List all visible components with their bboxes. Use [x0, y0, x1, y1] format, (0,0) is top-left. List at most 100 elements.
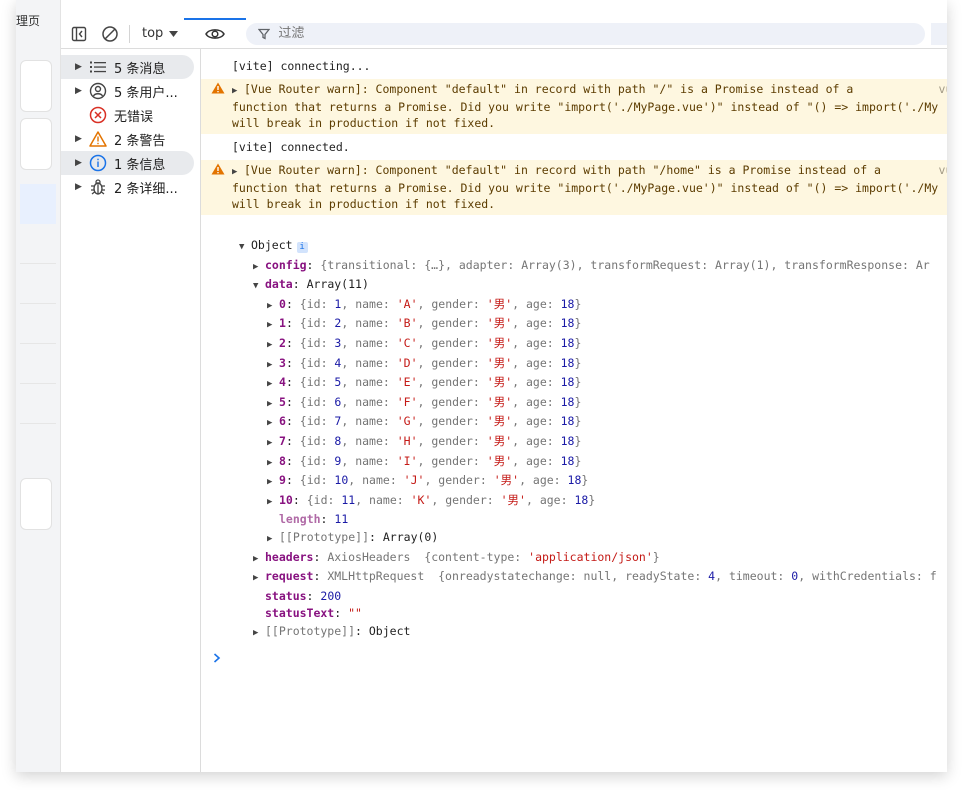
- item-index: 1: [279, 316, 286, 331]
- expand-arrow-icon[interactable]: ▶: [267, 494, 279, 512]
- sidebar-item-user-messages[interactable]: ▶ 5 条用户...: [61, 79, 194, 103]
- sidebar-item-label: 2 条警告: [114, 133, 166, 149]
- filter-input[interactable]: [278, 26, 479, 41]
- item-index: 4: [279, 375, 286, 390]
- data-array-item[interactable]: ▶ 9: {id: 10, name: 'J', gender: '男', age…: [267, 472, 947, 492]
- data-array-item[interactable]: ▶ 0: {id: 1, name: 'A', gender: '男', age:…: [267, 296, 947, 316]
- console-prompt[interactable]: [201, 652, 947, 667]
- expand-arrow-icon[interactable]: ▶: [75, 86, 87, 96]
- expand-arrow-icon[interactable]: ▶: [75, 134, 87, 144]
- item-age: 18: [560, 316, 575, 331]
- sidebar-item-label: 无错误: [114, 109, 154, 125]
- divider: [20, 303, 56, 304]
- item-gender: '男': [486, 335, 513, 350]
- expand-arrow-icon[interactable]: ▶: [253, 259, 265, 277]
- data-array-item[interactable]: ▶ 4: {id: 5, name: 'E', gender: '男', age:…: [267, 374, 947, 394]
- item-index: 10: [279, 492, 293, 507]
- item-name: 'H': [396, 433, 418, 448]
- item-gender: '男': [500, 492, 526, 507]
- sidebar-item-label: 5 条消息: [114, 61, 166, 77]
- item-index: 0: [279, 296, 286, 311]
- collapse-arrow-icon[interactable]: ▼: [239, 239, 251, 257]
- expand-arrow-icon[interactable]: ▶: [267, 415, 279, 433]
- expand-arrow-icon[interactable]: ▶: [267, 357, 279, 375]
- warning-icon: [211, 163, 225, 179]
- info-badge-icon[interactable]: i: [296, 242, 308, 253]
- expand-arrow-icon[interactable]: ▶: [267, 455, 279, 473]
- item-age: 18: [560, 296, 575, 311]
- expand-arrow-icon[interactable]: ▶: [267, 474, 279, 492]
- sidebar-toggle-icon: [71, 26, 87, 41]
- sidebar-item-messages[interactable]: ▶ 5 条消息: [61, 55, 194, 79]
- source-link[interactable]: vue-rou: [939, 162, 947, 178]
- context-selector[interactable]: top: [136, 26, 184, 41]
- expand-arrow-icon[interactable]: ▶: [253, 625, 265, 643]
- clear-console-button[interactable]: [97, 21, 123, 47]
- sidebar-item-errors[interactable]: 无错误: [61, 103, 194, 127]
- expand-arrow-icon[interactable]: ▶: [267, 298, 279, 316]
- expand-arrow-icon[interactable]: ▶: [232, 164, 244, 180]
- expand-arrow-icon[interactable]: ▶: [267, 317, 279, 335]
- item-gender: '男': [493, 473, 520, 488]
- warning-icon: [87, 131, 109, 147]
- data-array-item[interactable]: ▶ 1: {id: 2, name: 'B', gender: '男', age:…: [267, 315, 947, 335]
- data-array-item[interactable]: ▶ 10: {id: 11, name: 'K', gender: '男', ag…: [267, 492, 947, 512]
- expand-arrow-icon[interactable]: ▶: [267, 435, 279, 453]
- item-index: 9: [279, 473, 286, 488]
- expand-arrow-icon[interactable]: ▶: [267, 531, 279, 549]
- item-index: 5: [279, 394, 286, 409]
- page-card: [20, 118, 52, 170]
- warning-text: will break in production if not fixed.: [232, 197, 496, 211]
- data-array-item[interactable]: ▶ 2: {id: 3, name: 'C', gender: '男', age:…: [267, 335, 947, 355]
- log-message: [vite] connecting...: [232, 59, 371, 73]
- sidebar-toggle-button[interactable]: [66, 21, 92, 47]
- sidebar-item-info[interactable]: ▶ 1 条信息: [61, 151, 194, 175]
- tree-node-prototype[interactable]: ▶ [[Prototype]]: Object: [253, 623, 947, 643]
- page-selected-row: [20, 184, 56, 224]
- expand-arrow-icon[interactable]: ▶: [253, 551, 265, 569]
- clear-icon: [102, 25, 118, 42]
- expand-arrow-icon[interactable]: ▶: [75, 158, 87, 168]
- object-tree: ▼ Object i ▶ config: {transitional: {…}, ad…: [201, 237, 947, 642]
- live-expression-button[interactable]: [184, 17, 247, 48]
- expand-arrow-icon[interactable]: ▶: [75, 182, 87, 192]
- expand-arrow-icon[interactable]: ▶: [75, 62, 87, 72]
- data-array-item[interactable]: ▶ 3: {id: 4, name: 'D', gender: '男', age:…: [267, 355, 947, 375]
- log-message: [vite] connected.: [232, 140, 350, 154]
- item-name: 'B': [396, 316, 418, 331]
- info-icon: [87, 154, 109, 172]
- object-root[interactable]: ▼ Object i: [239, 237, 947, 257]
- expand-arrow-icon[interactable]: ▶: [253, 570, 265, 588]
- sidebar-item-warnings[interactable]: ▶ 2 条警告: [61, 127, 194, 151]
- source-link[interactable]: vue-rou: [939, 81, 947, 97]
- tree-node-request[interactable]: ▶ request: XMLHttpRequest {onreadystatech…: [253, 568, 947, 588]
- data-array-item[interactable]: ▶ 7: {id: 8, name: 'H', gender: '男', age:…: [267, 433, 947, 453]
- expand-arrow-icon[interactable]: ▶: [267, 376, 279, 394]
- data-array-item[interactable]: ▶ 5: {id: 6, name: 'F', gender: '男', age:…: [267, 394, 947, 414]
- expand-arrow-icon[interactable]: ▶: [232, 83, 244, 99]
- item-index: 6: [279, 414, 286, 429]
- filter-box[interactable]: [246, 22, 925, 45]
- collapse-arrow-icon[interactable]: ▼: [253, 278, 265, 296]
- item-name: 'I': [396, 453, 418, 468]
- tree-node-data[interactable]: ▼ data: Array(11): [253, 276, 947, 296]
- data-array-item[interactable]: ▶ 6: {id: 7, name: 'G', gender: '男', age:…: [267, 413, 947, 433]
- caret-down-icon: [169, 30, 179, 37]
- tree-node-statustext: statusText: "": [265, 606, 362, 621]
- item-gender: '男': [486, 394, 513, 409]
- tree-node-config[interactable]: ▶ config: {transitional: {…}, adapter: Ar…: [253, 257, 947, 277]
- console-output: [vite] connecting... ▶ [Vue Router warn]:…: [201, 49, 947, 772]
- prototype-value: Object: [368, 623, 411, 638]
- sidebar-item-verbose[interactable]: ▶ 2 条详细...: [61, 175, 194, 199]
- tree-node-headers[interactable]: ▶ headers: AxiosHeaders {content-type: 'a…: [253, 549, 947, 569]
- expand-arrow-icon[interactable]: ▶: [267, 337, 279, 355]
- item-age: 18: [560, 375, 575, 390]
- tree-node-status: status: 200: [265, 588, 342, 603]
- item-gender: '男': [486, 453, 513, 468]
- expand-arrow-icon[interactable]: ▶: [267, 396, 279, 414]
- item-name: 'J': [403, 473, 425, 488]
- tree-node-data-prototype[interactable]: ▶ [[Prototype]]: Array(0): [253, 529, 947, 549]
- data-array-item[interactable]: ▶ 8: {id: 9, name: 'I', gender: '男', age:…: [267, 453, 947, 473]
- toolbar-overflow[interactable]: [931, 22, 947, 45]
- data-array: ▶ 0: {id: 1, name: 'A', gender: '男', age:…: [253, 296, 947, 512]
